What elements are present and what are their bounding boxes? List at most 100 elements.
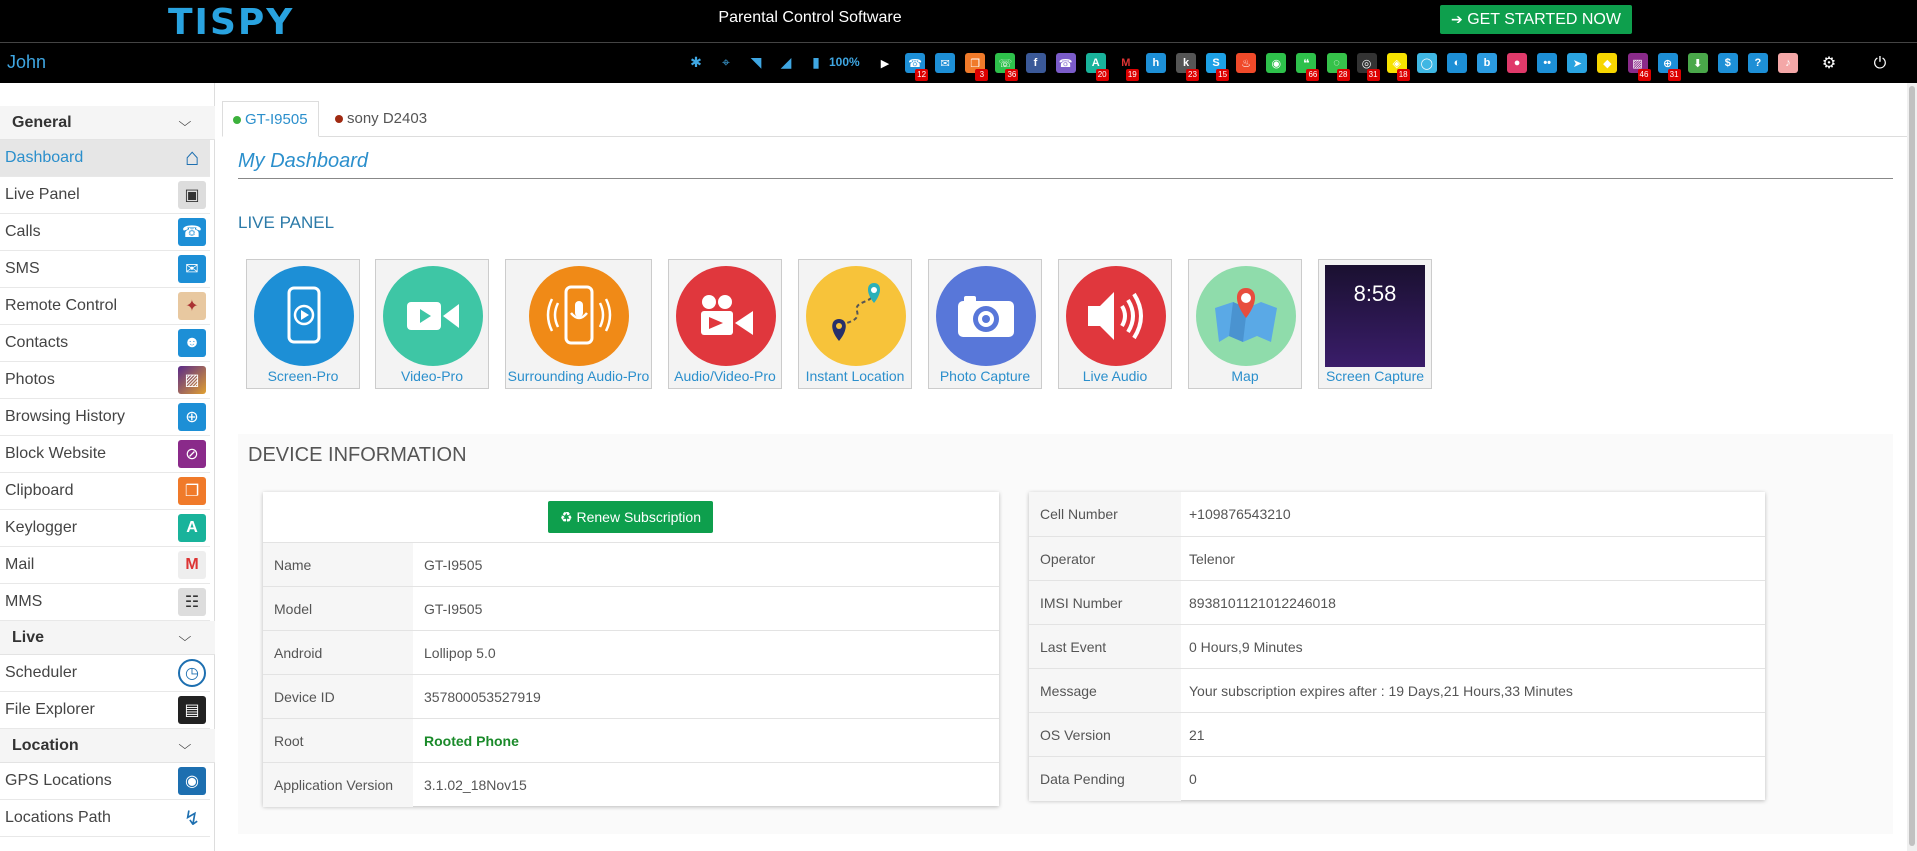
sidebar-item-label: Keylogger bbox=[5, 519, 78, 536]
lockscreen-thumbnail: 8:58 bbox=[1325, 265, 1425, 367]
sidebar-item-label: Scheduler bbox=[5, 664, 78, 681]
username[interactable]: John bbox=[7, 52, 46, 73]
sidebar-item-dashboard[interactable]: Dashboard ⌂ bbox=[0, 140, 210, 177]
flickr-app-icon[interactable]: •• bbox=[1537, 53, 1558, 73]
imo-app-icon[interactable]: ◯ bbox=[1416, 53, 1437, 73]
sidebar-item-block-website[interactable]: Block Website ⊘ bbox=[0, 436, 210, 473]
info-key: Cell Number bbox=[1029, 492, 1181, 536]
sidebar-item-remote-control[interactable]: Remote Control ✦ bbox=[0, 288, 210, 325]
notification-count-badge: 28 bbox=[1336, 69, 1350, 81]
info-value: +109876543210 bbox=[1189, 506, 1291, 522]
wechat-app-icon[interactable]: ◉ bbox=[1266, 53, 1287, 73]
tile-screen-capture[interactable]: 8:58 Screen Capture bbox=[1318, 259, 1432, 389]
sidebar-section-location[interactable]: Location ⌵ bbox=[0, 729, 215, 763]
sidebar-item-sms[interactable]: SMS ✉ bbox=[0, 251, 210, 288]
home-icon: ⌂ bbox=[184, 144, 200, 171]
device-information-title: DEVICE INFORMATION bbox=[248, 444, 467, 466]
bip-app-icon[interactable]: b bbox=[1477, 53, 1497, 73]
clock-icon: ◷ bbox=[178, 659, 206, 687]
kakao-app-icon[interactable]: ◆ bbox=[1597, 53, 1618, 73]
sidebar-item-clipboard[interactable]: Clipboard ❐ bbox=[0, 473, 210, 510]
info-value: 0 bbox=[1189, 771, 1197, 787]
tile-video-pro[interactable]: Video-Pro bbox=[375, 259, 489, 389]
info-row-app-version: Application Version 3.1.02_18Nov15 bbox=[263, 762, 999, 807]
notification-count-badge: 46 bbox=[1637, 69, 1651, 81]
sms-app-icon[interactable]: ✉ bbox=[935, 53, 956, 73]
viber-app-icon[interactable]: ☎ bbox=[1055, 53, 1076, 73]
sidebar-item-label: Browsing History bbox=[5, 408, 126, 425]
sd-card-icon: ▤ bbox=[178, 696, 206, 724]
get-started-button[interactable]: ➔ GET STARTED NOW bbox=[1440, 5, 1632, 34]
hike-app-icon[interactable]: h bbox=[1145, 53, 1166, 73]
logout-button[interactable]: ⏻ bbox=[1865, 51, 1895, 76]
info-row-model: Model GT-I9505 bbox=[263, 586, 999, 631]
chevron-down-icon: ⌵ bbox=[178, 737, 192, 752]
info-key: OS Version bbox=[1029, 713, 1181, 757]
tile-surrounding-audio-pro[interactable]: Surrounding Audio-Pro bbox=[505, 259, 652, 389]
video-user-icon bbox=[676, 266, 776, 366]
battery-icon: ▮ bbox=[812, 54, 820, 70]
money-app-icon[interactable]: $ bbox=[1717, 53, 1738, 73]
notification-count-badge: 36 bbox=[1005, 69, 1019, 81]
tile-instant-location[interactable]: Instant Location bbox=[798, 259, 912, 389]
info-value: 3.1.02_18Nov15 bbox=[424, 777, 527, 793]
sidebar-item-mail[interactable]: Mail M bbox=[0, 547, 210, 584]
top-header: TISPY Parental Control Software ➔ GET ST… bbox=[0, 0, 1917, 43]
sidebar-item-scheduler[interactable]: Scheduler ◷ bbox=[0, 655, 210, 692]
sidebar-item-locations-path[interactable]: Locations Path ↯ bbox=[0, 800, 210, 837]
tile-audio-video-pro[interactable]: Audio/Video-Pro bbox=[668, 259, 782, 389]
sidebar-item-calls[interactable]: Calls ☎ bbox=[0, 214, 210, 251]
video-app-icon[interactable]: ● bbox=[1507, 53, 1528, 73]
tile-label: Instant Location bbox=[805, 368, 905, 384]
sidebar-section-general[interactable]: General ⌵ bbox=[0, 106, 215, 140]
tile-map[interactable]: Map bbox=[1188, 259, 1302, 389]
info-key: Name bbox=[263, 543, 413, 587]
tile-photo-capture[interactable]: Photo Capture bbox=[928, 259, 1042, 389]
notification-count-badge: 19 bbox=[1125, 69, 1139, 81]
facebook-app-icon[interactable]: f bbox=[1025, 53, 1046, 73]
tab-sony-d2403[interactable]: sony D2403 bbox=[325, 101, 437, 137]
sidebar-item-gps-locations[interactable]: GPS Locations ◉ bbox=[0, 763, 210, 800]
tab-label: sony D2403 bbox=[347, 110, 428, 127]
notification-count-badge: 3 bbox=[975, 69, 989, 81]
alert-app-icon[interactable]: ♪ bbox=[1778, 53, 1798, 73]
sidebar-item-contacts[interactable]: Contacts ☻ bbox=[0, 325, 210, 362]
sidebar-item-mms[interactable]: MMS ☷ bbox=[0, 584, 210, 621]
zalo-app-icon[interactable]: ◐ bbox=[1446, 53, 1467, 73]
section-label: Location bbox=[12, 737, 79, 754]
info-value: 357800053527919 bbox=[424, 689, 541, 705]
scrollbar-thumb[interactable] bbox=[1909, 86, 1915, 846]
sidebar-item-label: File Explorer bbox=[5, 701, 95, 718]
tile-screen-pro[interactable]: Screen-Pro bbox=[246, 259, 360, 389]
sidebar-section-live[interactable]: Live ⌵ bbox=[0, 621, 215, 655]
sidebar-item-photos[interactable]: Photos ▨ bbox=[0, 362, 210, 399]
page-title: My Dashboard bbox=[238, 150, 369, 172]
bluetooth-icon: ✱ bbox=[690, 54, 702, 70]
logo[interactable]: TISPY bbox=[168, 2, 294, 43]
info-key: Root bbox=[263, 719, 413, 763]
sidebar-item-browsing-history[interactable]: Browsing History ⊕ bbox=[0, 399, 210, 436]
video-call-app-icon[interactable]: ▶ bbox=[875, 53, 895, 73]
tab-gt-i9505[interactable]: GT-I9505 bbox=[222, 101, 319, 137]
sidebar-item-file-explorer[interactable]: File Explorer ▤ bbox=[0, 692, 210, 729]
renew-subscription-button[interactable]: ♻ Renew Subscription bbox=[548, 501, 713, 533]
speaker-icon bbox=[1066, 266, 1166, 366]
help-app-icon[interactable]: ? bbox=[1747, 53, 1768, 73]
sidebar-item-live-panel[interactable]: Live Panel ▣ bbox=[0, 177, 210, 214]
notification-count-badge: 31 bbox=[1667, 69, 1681, 81]
info-row-android: Android Lollipop 5.0 bbox=[263, 630, 999, 675]
tile-live-audio[interactable]: Live Audio bbox=[1058, 259, 1172, 389]
photo-icon: ▨ bbox=[178, 366, 206, 394]
info-row-last-event: Last Event 0 Hours,9 Minutes bbox=[1029, 624, 1765, 669]
page-header-title: Parental Control Software bbox=[718, 9, 902, 26]
signal-icon: ◢ bbox=[780, 54, 792, 70]
settings-button[interactable]: ⚙ bbox=[1814, 51, 1844, 76]
download-app-icon[interactable]: ⬇ bbox=[1687, 53, 1708, 73]
tinder-app-icon[interactable]: ♨ bbox=[1236, 53, 1257, 73]
info-row-device-id: Device ID 357800053527919 bbox=[263, 674, 999, 719]
notification-count-badge: 18 bbox=[1396, 69, 1410, 81]
globe-icon: ⊕ bbox=[178, 403, 206, 431]
notification-count-badge: 23 bbox=[1186, 69, 1199, 81]
sidebar-item-keylogger[interactable]: Keylogger A bbox=[0, 510, 210, 547]
telegram-app-icon[interactable]: ➤ bbox=[1567, 53, 1588, 73]
